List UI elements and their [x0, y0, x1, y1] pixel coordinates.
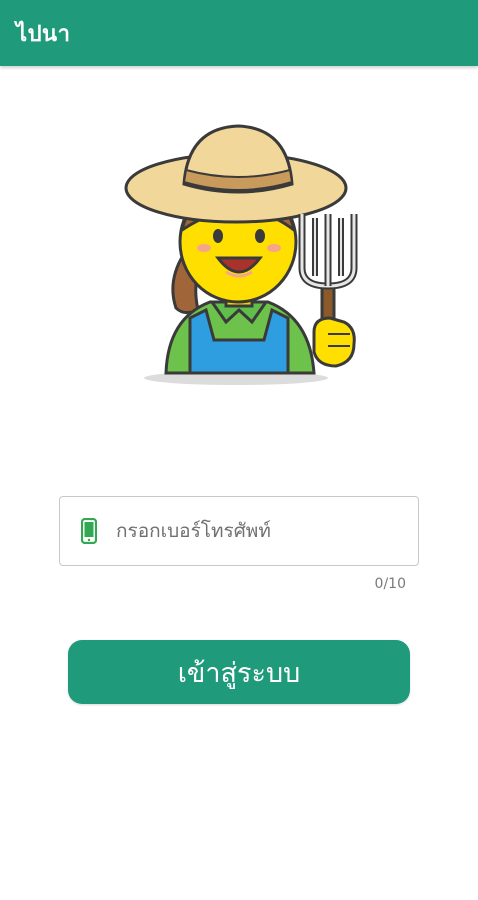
app-bar: ไปนา [0, 0, 478, 66]
phone-icon [80, 516, 98, 546]
app-title: ไปนา [16, 21, 71, 47]
character-counter: 0/10 [374, 576, 406, 592]
phone-field[interactable] [59, 496, 419, 566]
farmer-woman-icon [118, 118, 378, 388]
login-button[interactable]: เข้าสู่ระบบ [68, 640, 410, 704]
phone-input[interactable] [114, 519, 398, 543]
